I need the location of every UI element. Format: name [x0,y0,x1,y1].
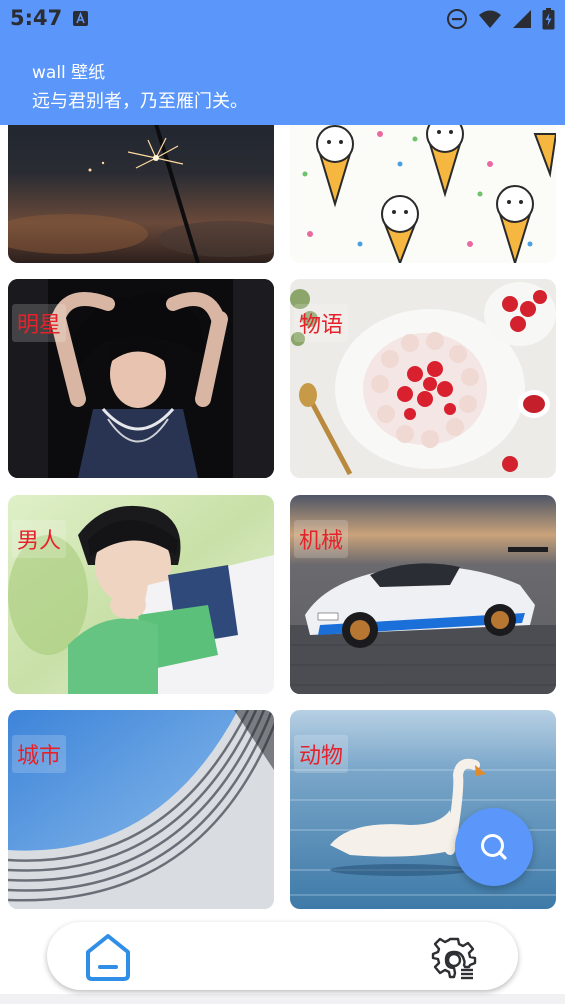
wallpaper-card-story[interactable]: 物语 [290,279,556,478]
wallpaper-card-animal[interactable]: 动物 [290,710,556,909]
wallpaper-label: 男人 [12,520,67,558]
notification-a-icon [73,11,88,26]
wifi-icon [478,9,502,29]
battery-charging-icon [542,8,555,30]
system-nav-strip [0,994,565,1004]
app-screen: 明星 物语 男人 机械 城市 动物 5:47 wall 壁纸 远与君别者，乃至雁… [0,0,565,1004]
wallpaper-card-city[interactable]: 城市 [8,710,274,909]
settings-icon [431,937,477,985]
status-time: 5:47 [10,6,63,30]
search-icon [478,831,510,863]
wallpaper-card-man[interactable]: 男人 [8,495,274,694]
status-bar: 5:47 [0,0,565,38]
do-not-disturb-icon [446,8,468,30]
app-subtitle: 远与君别者，乃至雁门关。 [32,91,248,112]
app-header: 5:47 wall 壁纸 远与君别者，乃至雁门关。 [0,0,565,125]
wallpaper-label: 物语 [294,304,349,342]
search-fab-button[interactable] [455,808,533,886]
wallpaper-label: 明星 [12,304,67,342]
wallpaper-grid[interactable]: 明星 物语 男人 机械 城市 动物 [0,0,565,918]
home-icon [81,934,135,988]
wallpaper-label: 城市 [12,735,67,773]
wallpaper-label: 机械 [294,520,349,558]
wallpaper-card-machine[interactable]: 机械 [290,495,556,694]
wallpaper-card-star[interactable]: 明星 [8,279,274,478]
nav-settings-button[interactable] [431,935,477,981]
bottom-nav-bar [47,922,518,990]
signal-icon [512,9,532,29]
app-title: wall 壁纸 [32,63,106,83]
status-icons [446,8,555,30]
wallpaper-label: 动物 [294,735,349,773]
nav-home-button[interactable] [81,930,135,984]
